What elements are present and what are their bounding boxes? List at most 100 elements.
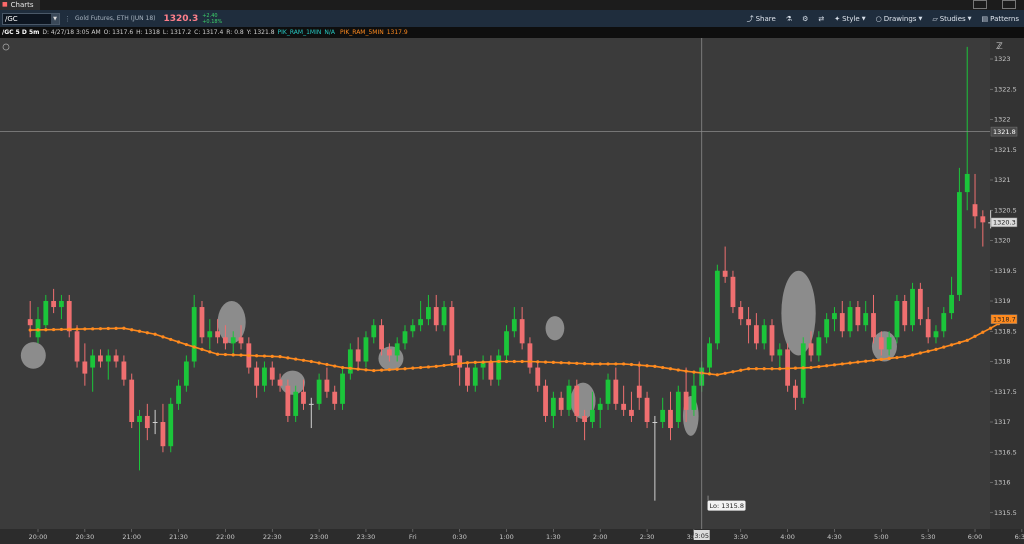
ma-dot (481, 360, 485, 364)
y-tick-label: 1322 (994, 116, 1011, 124)
y-tick-label: 1319 (994, 297, 1011, 305)
ma-dot (598, 362, 602, 366)
candle-body (949, 294, 954, 314)
candle-body (675, 391, 681, 422)
link-icon: ⇄ (818, 14, 825, 23)
ma-dot (926, 349, 930, 353)
y-tick-label: 1317.5 (994, 388, 1017, 396)
ma-dot (653, 364, 657, 368)
zoom-icon[interactable]: ℤ (996, 42, 1003, 52)
candle-body (238, 337, 244, 344)
candle-body (74, 331, 80, 362)
gear-button[interactable]: ⚙ (799, 15, 811, 23)
ma-dot (762, 367, 766, 371)
candle-body (550, 397, 556, 416)
x-tick-label: 6:00 (968, 533, 983, 541)
ma-dot (231, 353, 235, 357)
minimize-button[interactable] (973, 0, 987, 9)
candle-body (832, 313, 837, 320)
patterns-button[interactable]: ▤ Patterns (979, 15, 1022, 23)
candle-body (51, 301, 57, 308)
restore-button[interactable] (1002, 0, 1016, 9)
chevron-down-icon: ▼ (918, 15, 923, 22)
chevron-down-icon[interactable]: ▼ (51, 13, 59, 24)
ma-dot (28, 328, 32, 332)
candle-body (457, 355, 463, 368)
candle-body (769, 325, 775, 356)
ma-dot (661, 365, 665, 370)
ma-dot (403, 367, 407, 371)
ma-dot (223, 352, 228, 357)
x-tick-label: 22:00 (216, 533, 235, 541)
candle-body (824, 319, 830, 338)
candle-body (917, 288, 923, 320)
gear-icon: ⚙ (802, 14, 809, 23)
x-tick-label: 1:00 (499, 533, 514, 541)
candle-body (793, 385, 798, 398)
x-tick-label: 23:00 (310, 533, 329, 541)
ma-dot (161, 335, 165, 339)
candle-body (394, 343, 400, 356)
ma-dot (879, 357, 883, 361)
style-button[interactable]: ✦ Style ▼ (831, 15, 868, 23)
candle-body (121, 361, 127, 380)
candle-body (636, 385, 642, 398)
candle-body (933, 331, 939, 338)
ma-dot (949, 343, 954, 347)
ma-dot (497, 359, 501, 364)
price-chart[interactable]: 1315.5 1316 1316.5 1317 1317.5 1318 1318.5 1319… (0, 38, 1024, 544)
candle-body (215, 331, 220, 338)
candle-body (199, 307, 205, 338)
y-tick-label: 1318 (994, 358, 1011, 366)
y-tick-label: 1320 (994, 237, 1011, 245)
candle-body (82, 361, 88, 374)
study2-name[interactable]: PIK_RAM_5MIN (340, 27, 384, 38)
ma-dot (317, 361, 321, 365)
drawings-button[interactable]: ○ Drawings ▼ (873, 15, 926, 23)
studies-button[interactable]: ▱ Studies ▼ (929, 15, 974, 23)
candle-body (746, 319, 751, 326)
study1-name[interactable]: PIK_RAM_1MIN (278, 27, 322, 38)
ma-dot (426, 365, 431, 369)
ma-dot (848, 361, 852, 365)
candle-body (137, 415, 142, 422)
ma-dot (637, 363, 641, 367)
ma-dot (465, 361, 470, 365)
candle-body (652, 422, 658, 423)
flask-button[interactable]: ⚗ (783, 15, 795, 23)
last-price-label: 1320.3 (993, 219, 1016, 227)
x-tick-label: 2:00 (593, 533, 608, 541)
ma-dot (957, 340, 962, 345)
ma-dot (692, 370, 696, 374)
ma-dot (83, 327, 87, 331)
candle-body (902, 301, 908, 326)
symbol-input[interactable]: /GC ▼ (2, 12, 60, 25)
charts-tab[interactable]: ■ Charts (0, 0, 40, 10)
ma-dot (934, 347, 938, 351)
ma-dot (411, 366, 415, 370)
settings-icon[interactable]: ⋮ (64, 15, 71, 23)
candle-body (590, 409, 595, 422)
charts-tab-label: Charts (10, 1, 34, 9)
x-tick-label: 21:00 (122, 533, 141, 541)
candle-body (644, 397, 650, 422)
ma-dot (379, 368, 384, 372)
candle-body (855, 307, 861, 326)
ma-dot (98, 327, 103, 331)
ma-dot (473, 360, 477, 365)
ma-dot (458, 362, 462, 366)
ma-dot (739, 368, 743, 372)
ma-dot (59, 327, 64, 332)
ma-dot (746, 367, 751, 371)
share-button[interactable]: ⤴ Share (744, 14, 779, 24)
candle-body (722, 270, 728, 277)
candle-body (59, 301, 64, 308)
candle-body (433, 307, 439, 326)
ma-dot (239, 353, 243, 357)
candle-body (386, 349, 392, 356)
x-tick-label: 2:30 (640, 533, 655, 541)
ma-dot (106, 326, 110, 331)
link-button[interactable]: ⇄ (815, 15, 827, 23)
x-tick-label: 23:30 (357, 533, 376, 541)
ma-dot (255, 354, 259, 358)
